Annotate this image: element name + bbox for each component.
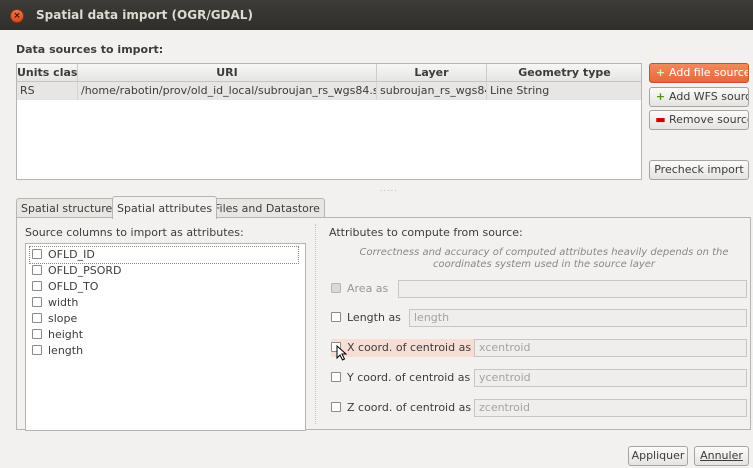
panel-divider xyxy=(315,224,316,424)
precheck-import-button[interactable]: Precheck import xyxy=(649,160,749,180)
table-header: Units class URI Layer Geometry type xyxy=(17,64,641,82)
z-centroid-checkbox-row: Z coord. of centroid as xyxy=(331,399,471,417)
sources-table[interactable]: Units class URI Layer Geometry type RS /… xyxy=(16,63,642,180)
plus-icon: + xyxy=(655,90,666,103)
checkbox[interactable] xyxy=(32,345,42,355)
x-centroid-checkbox-row: X coord. of centroid as xyxy=(331,339,477,357)
source-columns-label: Source columns to import as attributes: xyxy=(25,226,244,239)
close-icon[interactable]: × xyxy=(10,9,24,23)
z-centroid-checkbox[interactable] xyxy=(331,402,341,412)
spatial-attributes-panel: Source columns to import as attributes: … xyxy=(16,217,751,431)
list-item[interactable]: slope xyxy=(32,311,77,327)
column-header-uri[interactable]: URI xyxy=(78,64,377,82)
add-file-source-label: Add file source xyxy=(669,66,749,79)
compute-attributes-label: Attributes to compute from source: xyxy=(329,226,523,239)
accuracy-note: Correctness and accuracy of computed att… xyxy=(359,247,729,270)
column-header-geometry-type[interactable]: Geometry type xyxy=(487,64,641,82)
checkbox[interactable] xyxy=(32,249,42,259)
area-field[interactable] xyxy=(398,280,747,298)
area-label: Area as xyxy=(347,282,389,295)
mouse-pointer-icon xyxy=(336,345,348,361)
splitter-handle[interactable]: ..... xyxy=(380,184,398,193)
remove-source-label: Remove source xyxy=(669,113,749,126)
tab-spatial-structure[interactable]: Spatial structure xyxy=(16,198,118,218)
list-item[interactable]: OFLD_ID xyxy=(29,246,299,264)
cell-uri: /home/rabotin/prov/old_id_local/subrouja… xyxy=(78,82,377,100)
z-centroid-field[interactable]: zcentroid xyxy=(474,399,747,417)
title-bar: × Spatial data import (OGR/GDAL) xyxy=(0,0,753,30)
checkbox[interactable] xyxy=(32,281,42,291)
remove-source-button[interactable]: ▬ Remove source xyxy=(649,110,749,130)
cell-layer: subroujan_rs_wgs84 xyxy=(377,82,487,100)
list-item-label: OFLD_PSORD xyxy=(48,264,122,277)
length-label: Length as xyxy=(347,311,401,324)
minus-icon: ▬ xyxy=(655,113,666,126)
length-checkbox-row: Length as xyxy=(331,309,401,327)
window-title: Spatial data import (OGR/GDAL) xyxy=(36,8,253,22)
x-centroid-field[interactable]: xcentroid xyxy=(474,339,747,357)
area-checkbox[interactable] xyxy=(331,283,341,293)
cell-units-class: RS xyxy=(17,82,78,100)
add-wfs-source-button[interactable]: + Add WFS source xyxy=(649,87,749,107)
add-wfs-source-label: Add WFS source xyxy=(669,90,749,103)
y-centroid-field[interactable]: ycentroid xyxy=(474,369,747,387)
add-file-source-button[interactable]: + Add file source xyxy=(649,63,749,83)
list-item-label: OFLD_ID xyxy=(48,248,95,261)
list-item-label: slope xyxy=(48,312,78,325)
area-checkbox-row: Area as xyxy=(331,280,388,298)
plus-icon: + xyxy=(655,66,666,79)
checkbox[interactable] xyxy=(32,313,42,323)
y-centroid-label: Y coord. of centroid as xyxy=(347,371,471,384)
table-row[interactable]: RS /home/rabotin/prov/old_id_local/subro… xyxy=(17,82,641,100)
list-item[interactable]: OFLD_TO xyxy=(32,279,98,295)
list-item[interactable]: length xyxy=(32,343,83,359)
list-item-label: width xyxy=(48,296,79,309)
y-centroid-checkbox[interactable] xyxy=(331,372,341,382)
x-centroid-label: X coord. of centroid as xyxy=(347,341,472,354)
length-checkbox[interactable] xyxy=(331,312,341,322)
column-header-units-class[interactable]: Units class xyxy=(17,64,78,82)
sources-section-label: Data sources to import: xyxy=(16,43,164,56)
list-item-label: length xyxy=(48,344,84,357)
list-item[interactable]: width xyxy=(32,295,78,311)
z-centroid-label: Z coord. of centroid as xyxy=(347,401,472,414)
list-item[interactable]: height xyxy=(32,327,83,343)
list-item[interactable]: OFLD_PSORD xyxy=(32,263,121,279)
y-centroid-checkbox-row: Y coord. of centroid as xyxy=(331,369,470,387)
tab-files-and-datastore[interactable]: Files and Datastore xyxy=(209,198,325,218)
column-header-layer[interactable]: Layer xyxy=(377,64,487,82)
cancel-button[interactable]: Annuler xyxy=(694,446,749,466)
checkbox[interactable] xyxy=(32,265,42,275)
checkbox[interactable] xyxy=(32,297,42,307)
apply-button[interactable]: Appliquer xyxy=(628,446,688,466)
checkbox[interactable] xyxy=(32,329,42,339)
length-field[interactable]: length xyxy=(409,309,747,327)
cell-geometry-type: Line String xyxy=(490,84,550,97)
source-columns-list[interactable]: OFLD_ID OFLD_PSORD OFLD_TO width slope h… xyxy=(25,243,306,431)
tab-spatial-attributes[interactable]: Spatial attributes xyxy=(112,196,218,219)
list-item-label: height xyxy=(48,328,84,341)
list-item-label: OFLD_TO xyxy=(48,280,99,293)
